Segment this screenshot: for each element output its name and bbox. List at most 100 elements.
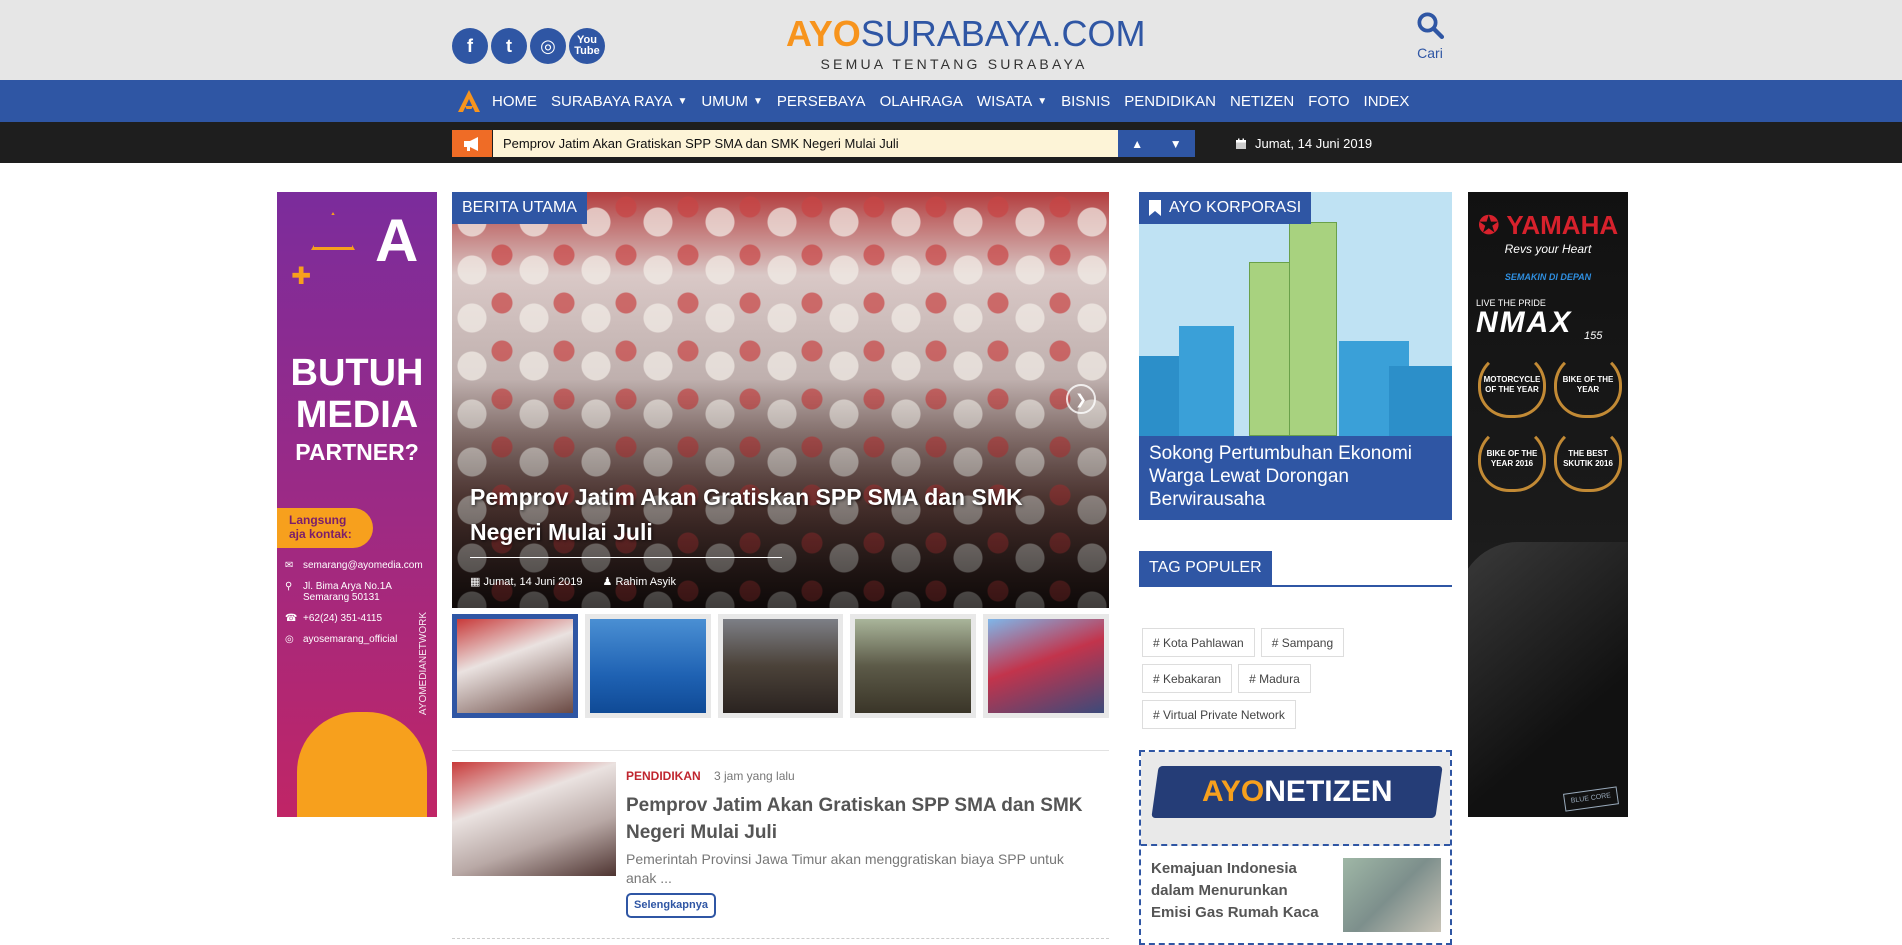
bookmark-icon — [1149, 200, 1161, 216]
feature-date-text: Jumat, 14 Juni 2019 — [483, 576, 583, 588]
nav-item-label: PERSEBAYA — [776, 92, 866, 110]
tag-row: # Kota Pahlawan # Sampang — [1142, 628, 1452, 657]
top-header: f t ◎ You Tube AYOSURABAYA.COM SEMUA TEN… — [0, 0, 1902, 80]
ad-line2: MEDIA — [295, 394, 419, 436]
thumbnail-image — [457, 619, 573, 713]
news-category[interactable]: PENDIDIKAN — [626, 769, 701, 783]
read-more-button[interactable]: Selengkapnya — [626, 893, 716, 918]
current-date: Jumat, 14 Juni 2019 — [1235, 130, 1372, 157]
nav-item-foto[interactable]: FOTO — [1308, 93, 1349, 110]
nav-item-label: BISNIS — [1061, 92, 1111, 110]
nav-item-index[interactable]: INDEX — [1364, 93, 1410, 110]
nav-item-netizen[interactable]: NETIZEN — [1230, 93, 1294, 110]
ayo-home-icon[interactable] — [456, 88, 482, 114]
ad-banner-left[interactable]: A ✚ BUTUH MEDIA PARTNER? Langsung aja ko… — [277, 192, 437, 817]
netizen-article-title[interactable]: Kemajuan Indonesia dalam Menurunkan Emis… — [1151, 858, 1331, 924]
twitter-icon[interactable]: t — [491, 28, 527, 64]
triangle-decoration — [311, 212, 355, 250]
megaphone-icon — [452, 130, 492, 157]
thumbnail-4[interactable] — [850, 614, 977, 718]
nav-item-bisnis[interactable]: BISNIS — [1061, 93, 1110, 110]
thumbnail-1[interactable] — [452, 614, 578, 718]
nav-item-label: INDEX — [1363, 92, 1410, 110]
ticker-controls: ▲ ▼ — [1118, 130, 1195, 157]
korporasi-card[interactable]: AYO KORPORASI Sokong Pertumbuhan Ekonomi… — [1139, 192, 1452, 520]
next-slide-icon[interactable]: ❯ — [1066, 384, 1096, 414]
tag-pill[interactable]: # Virtual Private Network — [1142, 700, 1296, 729]
chevron-down-icon: ▼ — [753, 95, 763, 107]
ayo-netizen-logo[interactable]: AYONETIZEN — [1151, 766, 1443, 818]
ad-decor-blob — [297, 712, 427, 817]
date-text: Jumat, 14 Juni 2019 — [1255, 136, 1373, 151]
news-ticker: Pemprov Jatim Akan Gratiskan SPP SMA dan… — [0, 122, 1902, 163]
nav-list: HOME SURABAYA RAYA ▼ UMUM ▼ PERSEBAYA OLAHRAGA… — [456, 80, 1423, 122]
thumbnail-5[interactable] — [983, 614, 1109, 718]
nav-item-label: OLAHRAGA — [879, 92, 963, 110]
youtube-icon[interactable]: You Tube — [569, 28, 605, 64]
ad-line3: PARTNER? — [295, 439, 419, 465]
nav-item-label: UMUM — [701, 92, 748, 110]
feature-author: ♟ Rahim Asyik — [603, 575, 676, 588]
instagram-icon[interactable]: ◎ — [530, 28, 566, 64]
feature-rule — [470, 557, 782, 558]
ticker-headline[interactable]: Pemprov Jatim Akan Gratiskan SPP SMA dan… — [493, 130, 1118, 157]
feature-headline[interactable]: Pemprov Jatim Akan Gratiskan SPP SMA dan… — [470, 480, 1070, 550]
location-icon: ⚲ — [285, 581, 293, 592]
money-stack-2 — [1289, 222, 1337, 436]
phone-icon: ☎ — [285, 613, 298, 624]
nav-item-umum[interactable]: UMUM ▼ — [701, 93, 763, 110]
popular-tags: # Kota Pahlawan # Sampang # Kebakaran # Mad… — [1142, 628, 1452, 736]
tag-pill[interactable]: # Madura — [1238, 664, 1311, 693]
thumbnail-3[interactable] — [717, 614, 844, 718]
chevron-down-icon: ▼ — [677, 95, 688, 107]
chevron-down-icon[interactable]: ▼ — [1170, 137, 1182, 151]
korporasi-caption: Sokong Pertumbuhan Ekonomi Warga Lewat D… — [1139, 436, 1452, 520]
thumbnail-image — [988, 619, 1104, 713]
yamaha-revs: Revs your Heart — [1504, 242, 1592, 256]
tag-populer-underline — [1139, 585, 1452, 587]
nav-item-label: HOME — [492, 92, 537, 110]
calendar-icon — [1236, 138, 1246, 149]
nav-item-surabaya-raya[interactable]: SURABAYA RAYA ▼ — [551, 93, 687, 110]
netizen-logo-box: AYONETIZEN — [1141, 752, 1450, 846]
award-badge: MOTORCYCLE OF THE YEAR — [1478, 352, 1546, 418]
ad-address-line1: Jl. Bima Arya No.1A — [303, 581, 392, 592]
nav-item-pendidikan[interactable]: PENDIDIKAN — [1124, 93, 1216, 110]
netizen-logo-text: AYONETIZEN — [1202, 775, 1393, 809]
chevron-up-icon[interactable]: ▲ — [1131, 137, 1143, 151]
news-title[interactable]: Pemprov Jatim Akan Gratiskan SPP SMA dan… — [626, 792, 1106, 846]
nav-item-olahraga[interactable]: OLAHRAGA — [880, 93, 963, 110]
ad-instagram: ayosemarang_official — [303, 634, 398, 645]
facebook-icon[interactable]: f — [452, 28, 488, 64]
award-badges: MOTORCYCLE OF THE YEAR BIKE OF THE YEAR BI… — [1478, 352, 1622, 492]
chevron-down-icon: ▼ — [1037, 95, 1048, 107]
site-logo[interactable]: AYOSURABAYA.COM SEMUA TENTANG SURABAYA — [786, 13, 1145, 73]
tag-row: # Virtual Private Network — [1142, 700, 1452, 729]
tag-pill[interactable]: # Kebakaran — [1142, 664, 1233, 693]
logo-ayo: AYO — [786, 13, 861, 54]
news-thumbnail[interactable] — [452, 762, 616, 876]
scooter-image — [1468, 542, 1628, 817]
netizen-article-thumbnail[interactable] — [1343, 858, 1441, 932]
thumbnail-image — [589, 619, 706, 713]
featured-story[interactable]: BERITA UTAMA ❯ Pemprov Jatim Akan Gratis… — [452, 192, 1109, 608]
main-nav: HOME SURABAYA RAYA ▼ UMUM ▼ PERSEBAYA OLAHRAGA… — [0, 80, 1902, 122]
search-button[interactable]: Cari — [1410, 10, 1450, 61]
thumbnail-image — [722, 619, 839, 713]
ad-email: semarang@ayomedia.com — [303, 560, 423, 571]
ad-banner-right[interactable]: ✪ YAMAHA Revs your Heart SEMAKIN DI DEPA… — [1468, 192, 1628, 817]
tag-pill[interactable]: # Sampang — [1260, 628, 1345, 657]
yamaha-cc: 155 — [1584, 330, 1603, 342]
nav-item-home[interactable]: HOME — [492, 93, 537, 110]
tag-row: # Kebakaran # Madura — [1142, 664, 1452, 693]
pill-line1: Langsung — [289, 513, 347, 527]
tag-pill[interactable]: # Kota Pahlawan — [1142, 628, 1255, 657]
thumbnail-2[interactable] — [584, 614, 711, 718]
feature-author-text: Rahim Asyik — [615, 576, 677, 588]
award-badge: BIKE OF THE YEAR 2016 — [1478, 426, 1546, 492]
nav-item-persebaya[interactable]: PERSEBAYA — [777, 93, 866, 110]
award-badge: THE BEST SKUTIK 2016 — [1554, 426, 1622, 492]
ad-line1: BUTUH — [290, 352, 424, 394]
building-2 — [1179, 326, 1234, 436]
nav-item-wisata[interactable]: WISATA ▼ — [977, 93, 1047, 110]
